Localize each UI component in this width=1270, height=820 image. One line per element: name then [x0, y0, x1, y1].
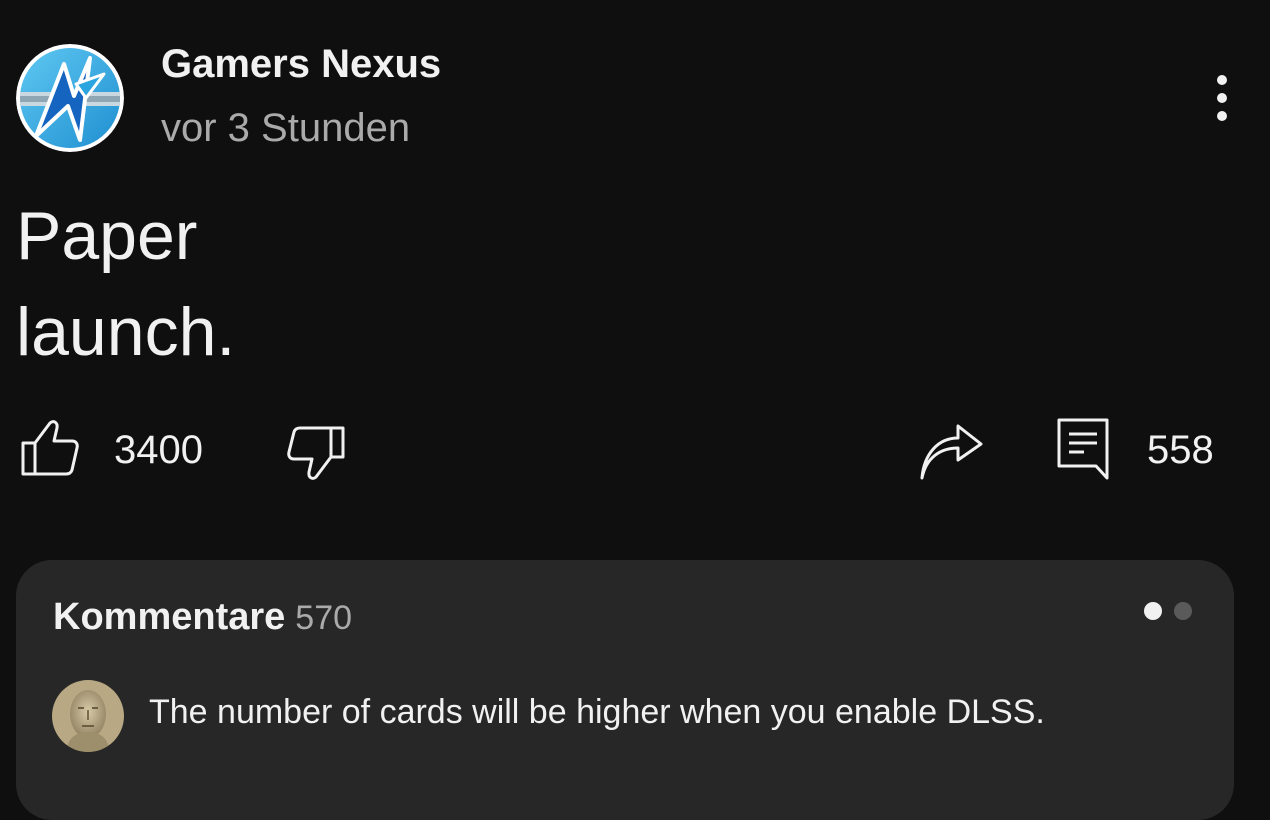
like-count: 3400 [114, 427, 203, 472]
post-text: Paper launch. [16, 188, 416, 380]
more-options-button[interactable] [1198, 70, 1246, 126]
comment-count: 558 [1147, 427, 1214, 472]
comments-title: Kommentare [53, 596, 286, 638]
thumbs-down-icon [287, 426, 345, 480]
post-text-line: launch. [16, 294, 236, 370]
top-comment-text: The number of cards will be higher when … [149, 693, 1045, 731]
comment-group: 558 [1056, 418, 1214, 482]
channel-avatar[interactable] [16, 44, 124, 152]
share-button[interactable] [918, 422, 984, 482]
like-group: 3400 [20, 418, 203, 482]
post-timestamp: vor 3 Stunden [161, 106, 411, 150]
commenter-avatar[interactable] [52, 680, 124, 752]
comments-card[interactable]: Kommentare 570 The number of cards will b… [16, 560, 1234, 820]
dot [1217, 111, 1227, 121]
comments-header: Kommentare 570 [53, 596, 352, 639]
post-text-line: Paper [16, 198, 198, 274]
channel-name[interactable]: Gamers Nexus [161, 42, 441, 87]
dot [1217, 93, 1227, 103]
carousel-indicator [1144, 602, 1192, 620]
comments-button[interactable] [1056, 416, 1110, 485]
bust-avatar-icon [52, 680, 124, 752]
carousel-dot [1174, 602, 1192, 620]
dot [1217, 75, 1227, 85]
comments-count: 570 [295, 599, 353, 637]
dislike-button[interactable] [286, 422, 346, 482]
carousel-dot-active [1144, 602, 1162, 620]
like-button[interactable] [20, 418, 80, 483]
thumbs-up-icon [21, 419, 79, 475]
gamers-nexus-logo-icon [16, 44, 124, 152]
share-arrow-icon [920, 424, 983, 480]
comment-icon [1057, 418, 1109, 479]
